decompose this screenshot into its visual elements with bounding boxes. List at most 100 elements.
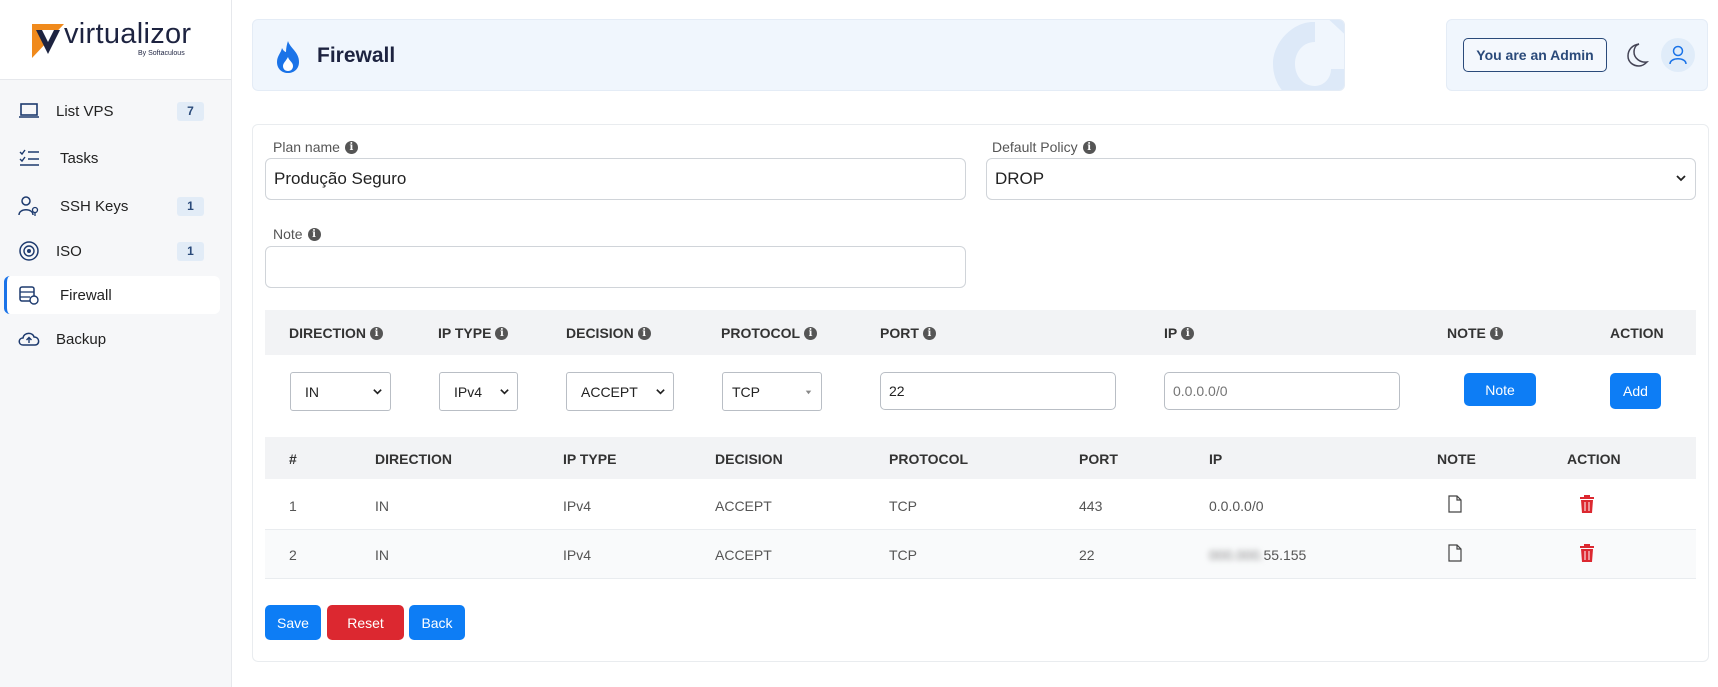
header-text: PORT	[880, 325, 919, 341]
add-rule-button[interactable]: Add	[1610, 373, 1661, 409]
info-icon[interactable]: i	[1489, 326, 1503, 340]
rules-table-header: # DIRECTION IP TYPE DECISION PROTOCOL PO…	[265, 437, 1696, 479]
direction-value: IN	[305, 383, 319, 400]
firewall-server-icon	[19, 286, 39, 305]
brand-sub: By Softaculous	[138, 50, 185, 57]
user-area: You are an Admin	[1446, 19, 1708, 91]
sidebar-item-tasks[interactable]: Tasks	[4, 139, 220, 177]
direction-select[interactable]: IN	[290, 372, 391, 411]
column-header-direction: DIRECTION	[375, 451, 452, 467]
info-icon[interactable]: i	[344, 140, 358, 154]
note-label-text: Note	[273, 226, 303, 242]
rule-note-button[interactable]: Note	[1464, 373, 1536, 406]
info-icon[interactable]: i	[922, 326, 936, 340]
add-rule-ip-header: IP i	[1164, 325, 1195, 341]
moon-icon[interactable]	[1623, 42, 1649, 68]
info-icon[interactable]: i	[495, 326, 509, 340]
decision-select[interactable]: ACCEPT	[566, 372, 674, 411]
sidebar-item-label: Firewall	[60, 287, 112, 304]
header-text: ACTION	[1610, 325, 1664, 341]
plan-name-label-text: Plan name	[273, 139, 340, 155]
decision-value: ACCEPT	[581, 383, 638, 400]
header-text: DECISION	[566, 325, 634, 341]
column-header-num: #	[289, 451, 297, 467]
user-key-icon	[18, 196, 39, 216]
sidebar-item-ssh-keys[interactable]: SSH Keys 1	[4, 187, 220, 225]
add-rule-decision-header: DECISION i	[566, 325, 651, 341]
default-policy-label: Default Policy i	[992, 139, 1096, 155]
ip-type-select[interactable]: IPv4	[439, 372, 518, 411]
sidebar-item-label: SSH Keys	[60, 198, 129, 215]
chevron-down-icon	[1676, 175, 1686, 182]
default-policy-select[interactable]: DROP	[986, 158, 1696, 200]
count-badge: 1	[177, 242, 204, 261]
sidebar-item-label: List VPS	[56, 103, 114, 120]
disc-icon	[19, 241, 39, 261]
cell-direction: IN	[375, 547, 389, 563]
protocol-value: TCP	[732, 383, 760, 400]
cell-direction: IN	[375, 498, 389, 514]
plan-name-input[interactable]	[265, 158, 966, 200]
page-title: Firewall	[317, 44, 396, 67]
cell-port: 443	[1079, 498, 1103, 514]
note-input[interactable]	[265, 246, 966, 288]
user-avatar-icon[interactable]	[1661, 38, 1695, 72]
cell-ip-type: IPv4	[563, 547, 592, 563]
cell-ip: 000.000.55.155	[1209, 547, 1306, 563]
caret-down-icon	[805, 390, 812, 395]
save-button[interactable]: Save	[265, 605, 321, 640]
column-header-protocol: PROTOCOL	[889, 451, 969, 467]
port-input[interactable]	[880, 372, 1116, 410]
note-document-icon[interactable]	[1448, 495, 1462, 513]
firewall-plan-form: Plan name i Default Policy i DROP Note i…	[252, 124, 1709, 662]
admin-role-button[interactable]: You are an Admin	[1463, 38, 1607, 72]
info-icon[interactable]: i	[637, 326, 651, 340]
info-icon[interactable]: i	[804, 326, 818, 340]
add-rule-action-header: ACTION	[1610, 325, 1664, 341]
column-header-decision: DECISION	[715, 451, 783, 467]
trash-icon[interactable]	[1579, 495, 1595, 513]
decorative-flame-watermark-icon	[1273, 20, 1344, 90]
header-text: IP	[1164, 325, 1178, 341]
table-row: 2 IN IPv4 ACCEPT TCP 22 000.000.55.155	[265, 530, 1696, 579]
count-badge: 7	[177, 102, 204, 121]
add-rule-note-header: NOTE i	[1447, 325, 1503, 341]
info-icon[interactable]: i	[1082, 140, 1096, 154]
trash-icon[interactable]	[1579, 544, 1595, 562]
ip-hidden-part: 000.000.	[1209, 547, 1264, 563]
header-text: PROTOCOL	[721, 325, 801, 341]
cell-protocol: TCP	[889, 498, 917, 514]
cloud-upload-icon	[18, 332, 40, 346]
ip-input[interactable]	[1164, 372, 1400, 410]
ip-type-value: IPv4	[454, 383, 483, 400]
sidebar: virtualizor By Softaculous List VPS 7 Ta…	[0, 0, 232, 687]
sidebar-item-list-vps[interactable]: List VPS 7	[4, 92, 220, 130]
sidebar-item-label: ISO	[56, 243, 82, 260]
protocol-select[interactable]: TCP	[722, 372, 822, 411]
note-document-icon[interactable]	[1448, 544, 1462, 562]
cell-ip-type: IPv4	[563, 498, 592, 514]
cell-decision: ACCEPT	[715, 547, 772, 563]
info-icon[interactable]: i	[307, 227, 321, 241]
logo[interactable]: virtualizor By Softaculous	[0, 0, 231, 80]
header-text: DIRECTION	[289, 325, 366, 341]
cell-num: 2	[289, 547, 297, 563]
page-header: Firewall	[252, 19, 1345, 91]
sidebar-item-iso[interactable]: ISO 1	[4, 232, 220, 270]
column-header-action: ACTION	[1567, 451, 1621, 467]
info-icon[interactable]: i	[370, 326, 383, 340]
back-button[interactable]: Back	[409, 605, 465, 640]
sidebar-item-firewall[interactable]: Firewall	[4, 276, 220, 314]
info-icon[interactable]: i	[1181, 326, 1195, 340]
sidebar-item-backup[interactable]: Backup	[4, 320, 220, 358]
default-policy-label-text: Default Policy	[992, 139, 1078, 155]
virtualizor-logo-icon	[32, 24, 64, 58]
column-header-ip-type: IP TYPE	[563, 451, 617, 467]
column-header-note: NOTE	[1437, 451, 1476, 467]
ip-visible-part: 0.0.0.0/0	[1209, 498, 1264, 514]
add-rule-ip-type-header: IP TYPE i	[438, 325, 509, 341]
add-rule-direction-header: DIRECTION i	[289, 325, 383, 341]
sidebar-item-label: Backup	[56, 331, 107, 348]
reset-button[interactable]: Reset	[327, 605, 404, 640]
add-rule-protocol-header: PROTOCOL i	[721, 325, 818, 341]
